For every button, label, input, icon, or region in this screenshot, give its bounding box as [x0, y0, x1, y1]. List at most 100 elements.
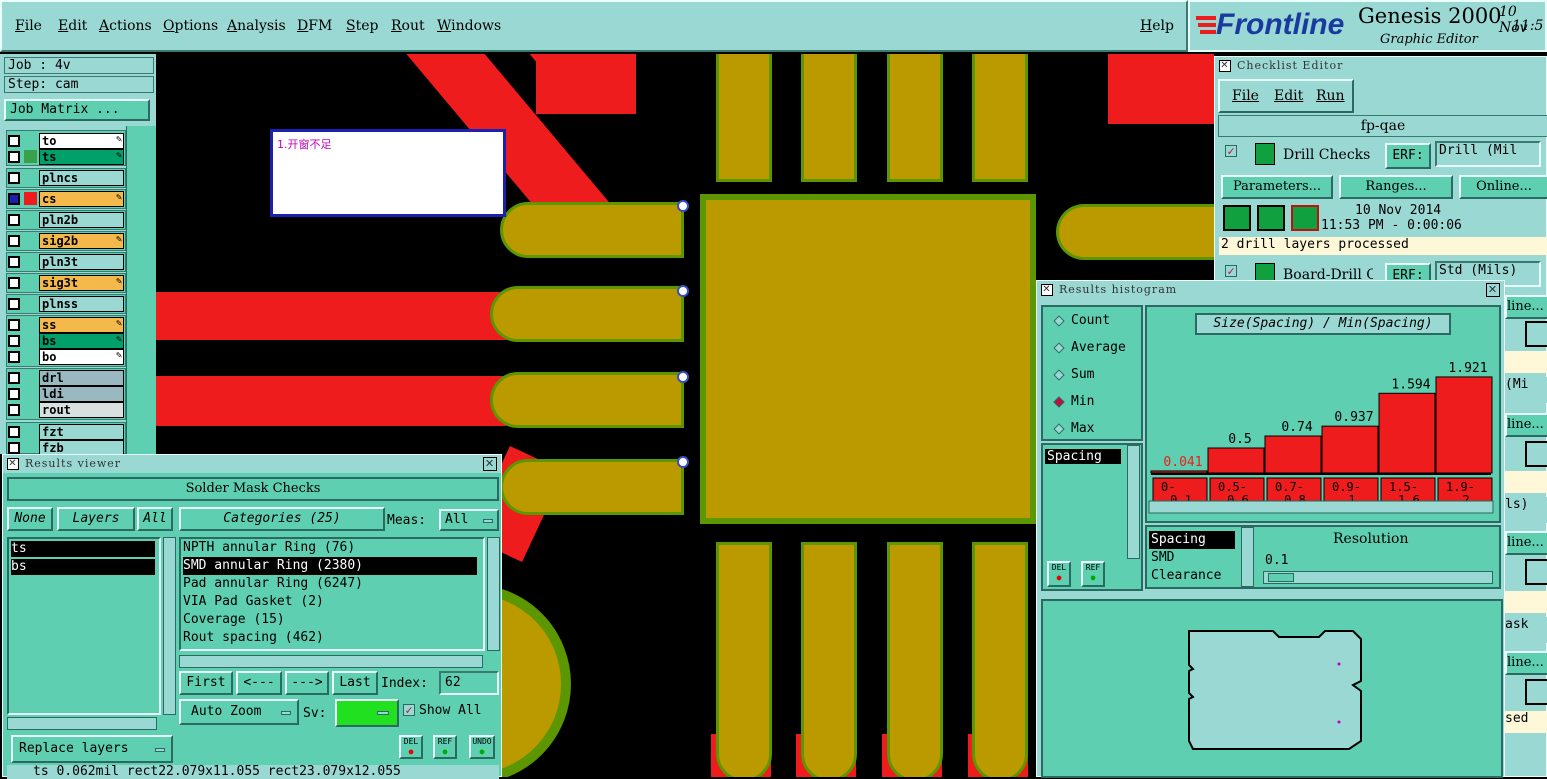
auto-zoom-select[interactable]: Auto Zoom	[179, 699, 299, 725]
menu-windows[interactable]: Windows	[437, 18, 501, 34]
menu-analysis[interactable]: Analysis	[227, 18, 286, 34]
last-button[interactable]: Last	[332, 671, 378, 695]
undo-button[interactable]: UNDO ●	[469, 735, 495, 759]
layer-name[interactable]: plnss	[39, 296, 124, 312]
partial-button[interactable]: line...	[1505, 295, 1547, 319]
category-list[interactable]: NPTH annular Ring (76) SMD annular Ring (…	[179, 537, 485, 651]
layer-checkbox[interactable]	[8, 256, 20, 268]
layer-color-swatch[interactable]	[24, 150, 37, 163]
close-icon[interactable]: ✕	[1486, 283, 1500, 297]
layer-row-cs[interactable]: cs ✎	[6, 191, 124, 207]
layer-row-rout[interactable]: rout	[6, 402, 124, 418]
layer-checkbox[interactable]	[8, 172, 20, 184]
layer-name[interactable]: ldi	[39, 386, 124, 402]
mode-radio-sum[interactable]: Sum	[1051, 367, 1094, 382]
online-button[interactable]: Online...	[1459, 175, 1547, 199]
layer-row-bo[interactable]: bo ✎	[6, 349, 124, 365]
mode-radio-min[interactable]: Min	[1051, 394, 1094, 409]
layers-button[interactable]: Layers	[57, 507, 135, 531]
layer-list-scrollbar[interactable]	[163, 537, 176, 715]
layer-checkbox[interactable]	[8, 426, 20, 438]
show-all-checkbox[interactable]: ✓	[403, 704, 415, 716]
type-item[interactable]: Spacing	[1149, 531, 1235, 549]
type-list[interactable]: Spacing SMD Clearance	[1149, 531, 1235, 585]
layer-name[interactable]: ts	[39, 149, 124, 165]
layer-row-ts[interactable]: ts ✎	[6, 149, 124, 165]
layer-checkbox[interactable]	[8, 214, 20, 226]
layer-name[interactable]: rout	[39, 402, 124, 418]
menu-help[interactable]: Help	[1140, 18, 1174, 34]
attr-scrollbar[interactable]	[1127, 445, 1140, 559]
checklist-menu-run[interactable]: Run	[1316, 88, 1345, 104]
layer-result-list[interactable]: ts bs	[7, 537, 161, 715]
partial-erf[interactable]: ask	[1505, 617, 1547, 643]
layer-name[interactable]: sig3t	[39, 275, 124, 291]
partial-button[interactable]: line...	[1505, 413, 1547, 437]
category-item[interactable]: SMD annular Ring (2380)	[183, 557, 477, 575]
next-button[interactable]: --->	[285, 671, 329, 695]
layer-checkbox[interactable]	[8, 404, 20, 416]
layer-row-plnss[interactable]: plnss	[6, 296, 124, 312]
layer-name[interactable]: plncs	[39, 170, 124, 186]
layer-row-ss[interactable]: ss ✎	[6, 317, 124, 333]
category-scrollbar[interactable]	[487, 537, 500, 651]
layer-checkbox[interactable]	[8, 372, 20, 384]
type-item[interactable]: SMD	[1149, 549, 1235, 567]
none-button[interactable]: None	[7, 507, 53, 531]
categories-button[interactable]: Categories (25)	[179, 507, 385, 531]
layer-name[interactable]: cs	[39, 191, 124, 207]
category-item[interactable]: Pad annular Ring (6247)	[183, 575, 483, 593]
category-item[interactable]: Rout spacing (462)	[183, 629, 483, 647]
list-item[interactable]: ts	[11, 541, 155, 557]
window-menu-icon[interactable]: ✕	[1041, 284, 1053, 296]
sv-color-select[interactable]	[335, 699, 399, 727]
layer-checkbox[interactable]	[8, 277, 20, 289]
menu-dfm[interactable]: DFM	[297, 18, 332, 34]
erf-value-1[interactable]: Drill (Mil	[1435, 141, 1541, 167]
ref-button[interactable]: REF ●	[433, 735, 457, 759]
layer-row-sig2b[interactable]: sig2b ✎	[6, 233, 124, 249]
run-icon[interactable]	[1223, 205, 1251, 231]
layer-checkbox[interactable]	[8, 319, 20, 331]
layer-color-swatch[interactable]	[24, 192, 37, 205]
board-preview[interactable]	[1041, 599, 1503, 778]
category-item[interactable]: Coverage (15)	[183, 611, 483, 629]
run-icon[interactable]	[1257, 205, 1285, 231]
layer-name[interactable]: to	[39, 133, 124, 149]
layer-name[interactable]: bo	[39, 349, 124, 365]
layer-name[interactable]: pln3t	[39, 254, 124, 270]
layer-name[interactable]: drl	[39, 370, 124, 386]
window-menu-icon[interactable]: ✕	[1219, 60, 1231, 72]
layer-row-sig3t[interactable]: sig3t ✎	[6, 275, 124, 291]
mode-radio-average[interactable]: Average	[1051, 340, 1126, 355]
layer-row-ldi[interactable]: ldi	[6, 386, 124, 402]
slider-thumb[interactable]	[1268, 573, 1294, 582]
hist-del-button[interactable]: DEL ●	[1047, 561, 1071, 587]
layer-checkbox[interactable]	[8, 298, 20, 310]
zoom-icon[interactable]	[1525, 559, 1547, 585]
drill-check-label[interactable]: Drill Checks	[1283, 147, 1370, 163]
board-drill-checkbox[interactable]: ✓	[1225, 265, 1237, 277]
attr-item[interactable]: Spacing	[1045, 449, 1121, 464]
layer-row-plncs[interactable]: plncs	[6, 170, 124, 186]
layer-row-bs[interactable]: bs ✎	[6, 333, 124, 349]
layer-scrollbar[interactable]	[126, 126, 156, 454]
layer-checkbox[interactable]	[8, 135, 20, 147]
layer-checkbox[interactable]	[8, 151, 20, 163]
menu-edit[interactable]: Edit	[58, 18, 87, 34]
layer-checkbox[interactable]	[8, 351, 20, 363]
layer-checkbox[interactable]	[8, 235, 20, 247]
partial-erf[interactable]: ls)	[1505, 497, 1547, 523]
type-item[interactable]: Clearance	[1149, 567, 1235, 585]
layer-row-drl[interactable]: drl	[6, 370, 124, 386]
hist-ref-button[interactable]: REF ●	[1081, 561, 1105, 587]
del-button[interactable]: DEL ●	[399, 735, 423, 759]
menu-rout[interactable]: Rout	[391, 18, 425, 34]
first-button[interactable]: First	[179, 671, 233, 695]
partial-button[interactable]: line...	[1505, 531, 1547, 555]
zoom-icon[interactable]	[1525, 441, 1547, 467]
layer-checkbox[interactable]	[8, 388, 20, 400]
layer-row-pln3t[interactable]: pln3t	[6, 254, 124, 270]
ranges-button[interactable]: Ranges...	[1339, 175, 1453, 199]
category-item[interactable]: NPTH annular Ring (76)	[183, 539, 483, 557]
